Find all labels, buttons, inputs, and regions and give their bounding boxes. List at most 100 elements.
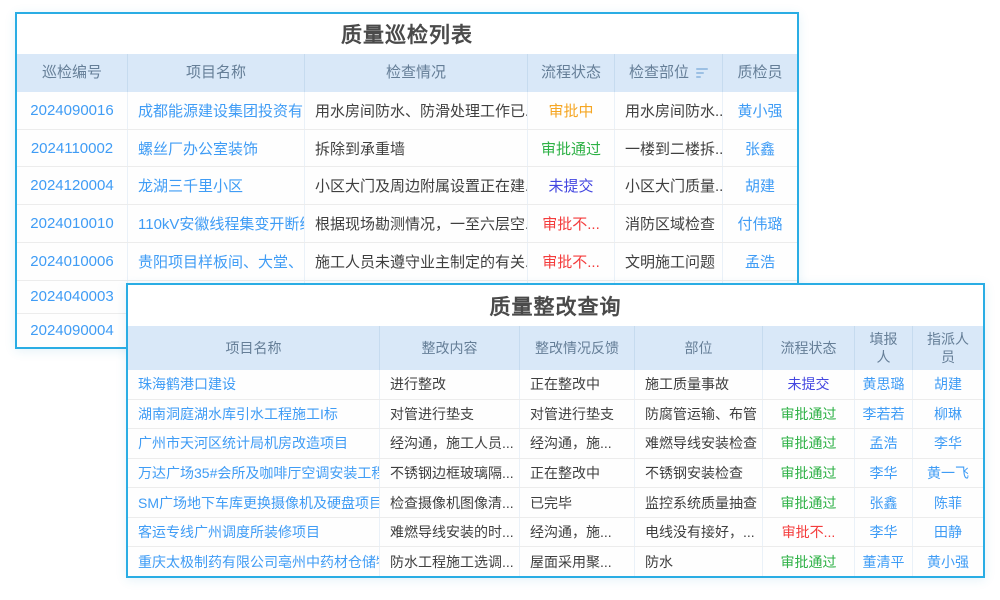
column-header-6: 质检员 (723, 54, 797, 92)
table-row: 2024120004龙湖三千里小区小区大门及周边附属设置正在建...未提交小区大… (17, 167, 797, 205)
cell-content: 防水工程施工选调... (380, 547, 520, 576)
cell-reporter[interactable]: 李若若 (855, 400, 913, 429)
rectification-query-window: 质量整改查询 项目名称 整改内容 整改情况反馈 部位 流程状态填报人指派人员 珠海鹤港口… (126, 283, 985, 578)
column-header-label: 指派人员 (923, 330, 973, 366)
cell-content: 不锈钢边框玻璃隔... (380, 459, 520, 488)
cell-feedback: 正在整改中 (520, 370, 635, 399)
table-row: 广州市天河区统计局机房改造项目经沟通，施工人员...经沟通，施...难燃导线安装… (128, 429, 983, 459)
table-row: 珠海鹤港口建设进行整改正在整改中施工质量事故未提交黄思璐胡建 (128, 370, 983, 400)
cell-status: 审批中 (528, 92, 615, 129)
cell-content: 进行整改 (380, 370, 520, 399)
cell-assignee[interactable]: 陈菲 (913, 488, 983, 517)
column-header-label: 整改内容 (422, 339, 478, 357)
cell-part: 监控系统质量抽查 (635, 488, 763, 517)
column-header-label: 流程状态 (541, 63, 601, 83)
cell-reporter[interactable]: 李华 (855, 518, 913, 547)
cell-feedback: 经沟通，施... (520, 429, 635, 458)
cell-id[interactable]: 2024110002 (17, 130, 128, 167)
cell-assignee[interactable]: 黄一飞 (913, 459, 983, 488)
cell-id[interactable]: 2024040003 (17, 281, 128, 314)
page-title: 质量整改查询 (128, 285, 983, 326)
cell-id[interactable]: 2024010006 (17, 243, 128, 280)
cell-project[interactable]: SM广场地下车库更换摄像机及硬盘项目 (128, 488, 380, 517)
cell-id[interactable]: 2024090004 (17, 314, 128, 347)
cell-id[interactable]: 2024010010 (17, 205, 128, 242)
cell-content: 经沟通，施工人员... (380, 429, 520, 458)
cell-situation: 根据现场勘测情况，一至六层空... (305, 205, 528, 242)
sort-icon[interactable] (696, 68, 708, 78)
cell-location: 文明施工问题 (615, 243, 723, 280)
column-header-label: 检查部位 (629, 63, 689, 83)
cell-inspector[interactable]: 付伟璐 (723, 205, 797, 242)
inspection-table-header: 巡检编号项目名称检查情况流程状态检查部位质检员 (17, 54, 797, 92)
table-row: 2024010010110kV安徽线程集变开断线...根据现场勘测情况，一至六层… (17, 205, 797, 243)
cell-inspector[interactable]: 胡建 (723, 167, 797, 204)
column-header-3: 整改情况反馈 (520, 326, 635, 370)
cell-project[interactable]: 广州市天河区统计局机房改造项目 (128, 429, 380, 458)
cell-reporter[interactable]: 张鑫 (855, 488, 913, 517)
cell-situation: 施工人员未遵守业主制定的有关... (305, 243, 528, 280)
table-row: 2024090016成都能源建设集团投资有...用水房间防水、防滑处理工作已..… (17, 92, 797, 130)
cell-id[interactable]: 2024090016 (17, 92, 128, 129)
cell-inspector[interactable]: 黄小强 (723, 92, 797, 129)
cell-part: 电线没有接好，... (635, 518, 763, 547)
cell-status: 审批不... (763, 518, 855, 547)
table-row: SM广场地下车库更换摄像机及硬盘项目检查摄像机图像清...已完毕监控系统质量抽查… (128, 488, 983, 518)
cell-id[interactable]: 2024120004 (17, 167, 128, 204)
table-row: 2024010006贵阳项目样板间、大堂、...施工人员未遵守业主制定的有关..… (17, 243, 797, 281)
page-title: 质量巡检列表 (17, 14, 797, 54)
cell-status: 审批通过 (763, 459, 855, 488)
cell-project[interactable]: 贵阳项目样板间、大堂、... (128, 243, 305, 280)
cell-inspector[interactable]: 孟浩 (723, 243, 797, 280)
table-row: 2024110002螺丝厂办公室装饰拆除到承重墙审批通过一楼到二楼拆...张鑫 (17, 130, 797, 168)
cell-assignee[interactable]: 胡建 (913, 370, 983, 399)
column-header-label: 填报人 (865, 330, 902, 366)
cell-assignee[interactable]: 田静 (913, 518, 983, 547)
cell-assignee[interactable]: 柳琳 (913, 400, 983, 429)
column-header-1: 项目名称 (128, 326, 380, 370)
cell-location: 消防区域检查 (615, 205, 723, 242)
column-header-7: 指派人员 (913, 326, 983, 370)
cell-status: 审批通过 (763, 429, 855, 458)
cell-project[interactable]: 万达广场35#会所及咖啡厅空调安装工程 (128, 459, 380, 488)
column-header-label: 项目名称 (226, 339, 282, 357)
cell-assignee[interactable]: 李华 (913, 429, 983, 458)
cell-feedback: 已完毕 (520, 488, 635, 517)
cell-project[interactable]: 客运专线广州调度所装修项目 (128, 518, 380, 547)
column-header-2: 整改内容 (380, 326, 520, 370)
cell-part: 防水 (635, 547, 763, 576)
cell-project[interactable]: 珠海鹤港口建设 (128, 370, 380, 399)
cell-project[interactable]: 螺丝厂办公室装饰 (128, 130, 305, 167)
cell-feedback: 对管进行垫支 (520, 400, 635, 429)
cell-situation: 拆除到承重墙 (305, 130, 528, 167)
cell-situation: 用水房间防水、防滑处理工作已... (305, 92, 528, 129)
column-header-6: 填报人 (855, 326, 913, 370)
cell-status: 审批通过 (763, 400, 855, 429)
cell-project[interactable]: 110kV安徽线程集变开断线... (128, 205, 305, 242)
cell-situation: 小区大门及周边附属设置正在建... (305, 167, 528, 204)
table-row: 重庆太极制药有限公司亳州中药材仓储物流防水工程施工选调...屋面采用聚...防水… (128, 547, 983, 576)
cell-feedback: 经沟通，施... (520, 518, 635, 547)
cell-assignee[interactable]: 黄小强 (913, 547, 983, 576)
cell-project[interactable]: 重庆太极制药有限公司亳州中药材仓储物流 (128, 547, 380, 576)
cell-status: 未提交 (528, 167, 615, 204)
column-header-4: 流程状态 (528, 54, 615, 92)
cell-content: 检查摄像机图像清... (380, 488, 520, 517)
cell-feedback: 屋面采用聚... (520, 547, 635, 576)
cell-project[interactable]: 龙湖三千里小区 (128, 167, 305, 204)
cell-project[interactable]: 成都能源建设集团投资有... (128, 92, 305, 129)
cell-reporter[interactable]: 孟浩 (855, 429, 913, 458)
column-header-5[interactable]: 检查部位 (615, 54, 723, 92)
cell-part: 施工质量事故 (635, 370, 763, 399)
cell-reporter[interactable]: 董清平 (855, 547, 913, 576)
cell-status: 未提交 (763, 370, 855, 399)
column-header-label: 部位 (685, 339, 713, 357)
cell-reporter[interactable]: 黄思璐 (855, 370, 913, 399)
cell-reporter[interactable]: 李华 (855, 459, 913, 488)
cell-part: 难燃导线安装检查 (635, 429, 763, 458)
cell-inspector[interactable]: 张鑫 (723, 130, 797, 167)
cell-status: 审批不... (528, 243, 615, 280)
cell-project[interactable]: 湖南洞庭湖水库引水工程施工I标 (128, 400, 380, 429)
column-header-5: 流程状态 (763, 326, 855, 370)
cell-location: 一楼到二楼拆... (615, 130, 723, 167)
